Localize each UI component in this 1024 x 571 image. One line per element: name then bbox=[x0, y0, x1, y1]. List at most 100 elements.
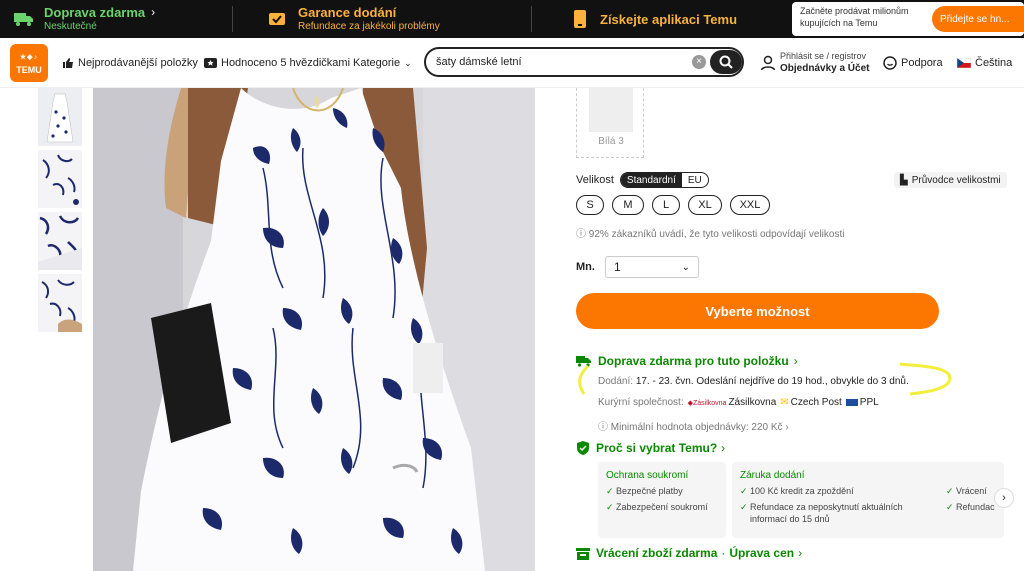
courier-zasilkovna: Zásilkovna bbox=[728, 397, 777, 408]
size-option-xxl[interactable]: XXL bbox=[730, 195, 770, 215]
product-details: Bílá 3 Velikost Standardní EU ▙ Průvodce… bbox=[576, 88, 1024, 571]
delivery-guarantee-promo[interactable]: Garance dodání Refundace za jakékoli pro… bbox=[266, 0, 440, 38]
czech-post-logo-icon: ✉ bbox=[780, 397, 789, 408]
size-option-l[interactable]: L bbox=[652, 195, 680, 215]
nav-bestsellers-label: Nejprodávanější položky bbox=[78, 57, 198, 69]
quantity-label: Mn. bbox=[576, 261, 595, 273]
nav-support-label: Podpora bbox=[901, 57, 943, 69]
thumbnail[interactable] bbox=[38, 212, 82, 270]
size-guide-link[interactable]: ▙ Průvodce velikostmi bbox=[894, 172, 1007, 188]
thumbnail[interactable] bbox=[38, 274, 82, 332]
thumbnail[interactable] bbox=[38, 150, 82, 208]
user-icon bbox=[760, 55, 776, 71]
courier-row: Kurýrní společnost: ◆Zásilkovna Zásilkov… bbox=[598, 397, 879, 408]
size-label: Velikost bbox=[576, 174, 614, 186]
nav-support[interactable]: Podpora bbox=[883, 38, 943, 88]
ppl-logo-icon bbox=[845, 399, 858, 406]
app-promo[interactable]: Získejte aplikaci Temu bbox=[568, 0, 737, 38]
size-option-xl[interactable]: XL bbox=[688, 195, 722, 215]
nav-categories[interactable]: Kategorie ⌄ bbox=[353, 38, 412, 88]
account-menu[interactable]: Přihlásit se / registrov Objednávky a Úč… bbox=[760, 48, 869, 78]
guarantee-item: Refundace za neposkytnutí aktuálních inf… bbox=[750, 502, 903, 524]
size-options: S M L XL XXL bbox=[576, 195, 770, 215]
fit-note-text: 92% zákazníků uvádí, že tyto velikosti o… bbox=[588, 229, 845, 240]
search-button[interactable] bbox=[710, 50, 742, 74]
delivery-guarantee-subtitle: Refundace za jakékoli problémy bbox=[298, 21, 440, 32]
size-system-eu[interactable]: EU bbox=[682, 173, 708, 187]
quantity-select[interactable]: 1 ⌄ bbox=[604, 256, 699, 278]
nav-categories-label: Kategorie bbox=[353, 57, 401, 69]
join-now-button[interactable]: Přidejte se hn... bbox=[932, 6, 1024, 32]
chevron-right-icon: › bbox=[721, 441, 726, 455]
info-icon: ⓘ bbox=[598, 422, 611, 433]
check-icon: ✓ bbox=[946, 486, 957, 496]
check-icon: ✓ bbox=[606, 502, 617, 512]
clear-icon[interactable]: × bbox=[692, 55, 706, 69]
returns-cut-text: Vrácení bbox=[956, 486, 987, 496]
orders-account-label: Objednávky a Účet bbox=[780, 63, 870, 74]
nav-five-star-label: Hodnoceno 5 hvězdičkami bbox=[221, 57, 351, 69]
ruler-icon: ▙ bbox=[900, 174, 908, 186]
return-box-icon bbox=[576, 547, 590, 560]
returns-separator: · bbox=[721, 546, 726, 560]
divider bbox=[531, 6, 532, 32]
size-row: Velikost Standardní EU bbox=[576, 172, 709, 188]
select-option-button[interactable]: Vyberte možnost bbox=[576, 293, 939, 329]
privacy-title: Ochrana soukromí bbox=[606, 470, 689, 481]
nav-five-star[interactable]: Hodnoceno 5 hvězdičkami bbox=[204, 38, 350, 88]
color-swatch[interactable]: Bílá 3 bbox=[576, 88, 644, 158]
thumbnail-strip bbox=[38, 88, 82, 336]
returns-row[interactable]: Vrácení zboží zdarma · Úprava cen › bbox=[576, 546, 802, 560]
swatch-label: Bílá 3 bbox=[598, 136, 624, 147]
size-guide-label: Průvodce velikostmi bbox=[911, 174, 1001, 186]
size-system-standard[interactable]: Standardní bbox=[620, 173, 682, 187]
min-order-link[interactable]: ⓘ Minimální hodnota objednávky: 220 Kč › bbox=[598, 418, 789, 433]
privacy-box: Ochrana soukromí ✓ Bezpečné platby ✓ Zab… bbox=[598, 462, 726, 538]
header: ★◆♪ TEMU Nejprodávanější položky Hodnoce… bbox=[0, 38, 1024, 88]
logo-mark-icon: ★◆♪ bbox=[19, 54, 39, 61]
delivery-guarantee-title: Záruka dodání bbox=[740, 470, 805, 481]
chevron-right-icon: › bbox=[782, 422, 789, 433]
sign-in-label: Přihlásit se / registrov bbox=[780, 51, 867, 61]
search-input[interactable] bbox=[436, 54, 686, 70]
why-temu-link[interactable]: Proč si vybrat Temu? › bbox=[576, 441, 725, 455]
swatch-image bbox=[589, 88, 633, 132]
size-system-toggle: Standardní EU bbox=[619, 172, 709, 188]
privacy-item: Zabezpečení soukromí bbox=[616, 502, 708, 512]
free-shipping-promo[interactable]: Doprava zdarma Neskutečné › bbox=[12, 0, 155, 38]
quantity-row: Mn. 1 ⌄ bbox=[576, 256, 699, 278]
promo-bar: Doprava zdarma Neskutečné › Garance dodá… bbox=[0, 0, 1024, 38]
free-returns-label: Vrácení zboží zdarma bbox=[596, 546, 718, 560]
guarantee-item: 100 Kč kredit za zpoždění bbox=[750, 486, 854, 496]
courier-ppl: PPL bbox=[859, 397, 879, 408]
temu-logo[interactable]: ★◆♪ TEMU bbox=[10, 44, 48, 82]
courier-czech-post: Czech Post bbox=[790, 397, 842, 408]
delivery-guarantee-title: Garance dodání bbox=[298, 5, 397, 20]
free-shipping-subtitle: Neskutečné bbox=[44, 21, 97, 32]
privacy-item: Bezpečné platby bbox=[616, 486, 683, 496]
size-option-s[interactable]: S bbox=[576, 195, 604, 215]
size-option-m[interactable]: M bbox=[612, 195, 644, 215]
search-icon bbox=[719, 55, 733, 69]
quantity-value: 1 bbox=[613, 260, 621, 274]
phone-icon bbox=[568, 10, 592, 28]
czech-flag-icon bbox=[957, 58, 971, 68]
seller-banner[interactable]: Začněte prodávat milionům kupujících na … bbox=[792, 2, 1024, 36]
chevron-right-icon: › bbox=[798, 546, 803, 560]
carousel-next-button[interactable]: › bbox=[994, 488, 1014, 508]
courier-label: Kurýrní společnost: bbox=[598, 397, 684, 408]
chevron-right-icon: › bbox=[151, 5, 156, 19]
nav-language-label: Čeština bbox=[975, 57, 1013, 69]
check-icon: ✓ bbox=[946, 502, 957, 512]
nav-language[interactable]: Čeština bbox=[957, 38, 1012, 88]
free-shipping-title: Doprava zdarma bbox=[44, 5, 146, 20]
support-icon bbox=[883, 56, 897, 70]
returns-cut-text: Refundac bbox=[956, 502, 995, 512]
thumbnail[interactable] bbox=[38, 88, 82, 146]
fit-note: ⓘ 92% zákazníků uvádí, že tyto velikosti… bbox=[576, 225, 844, 240]
search-bar: × bbox=[424, 47, 744, 77]
nav-bestsellers[interactable]: Nejprodávanější položky bbox=[62, 38, 198, 88]
star-box-icon bbox=[204, 58, 217, 68]
product-main-image[interactable] bbox=[93, 88, 535, 571]
why-temu-title: Proč si vybrat Temu? bbox=[596, 441, 718, 455]
